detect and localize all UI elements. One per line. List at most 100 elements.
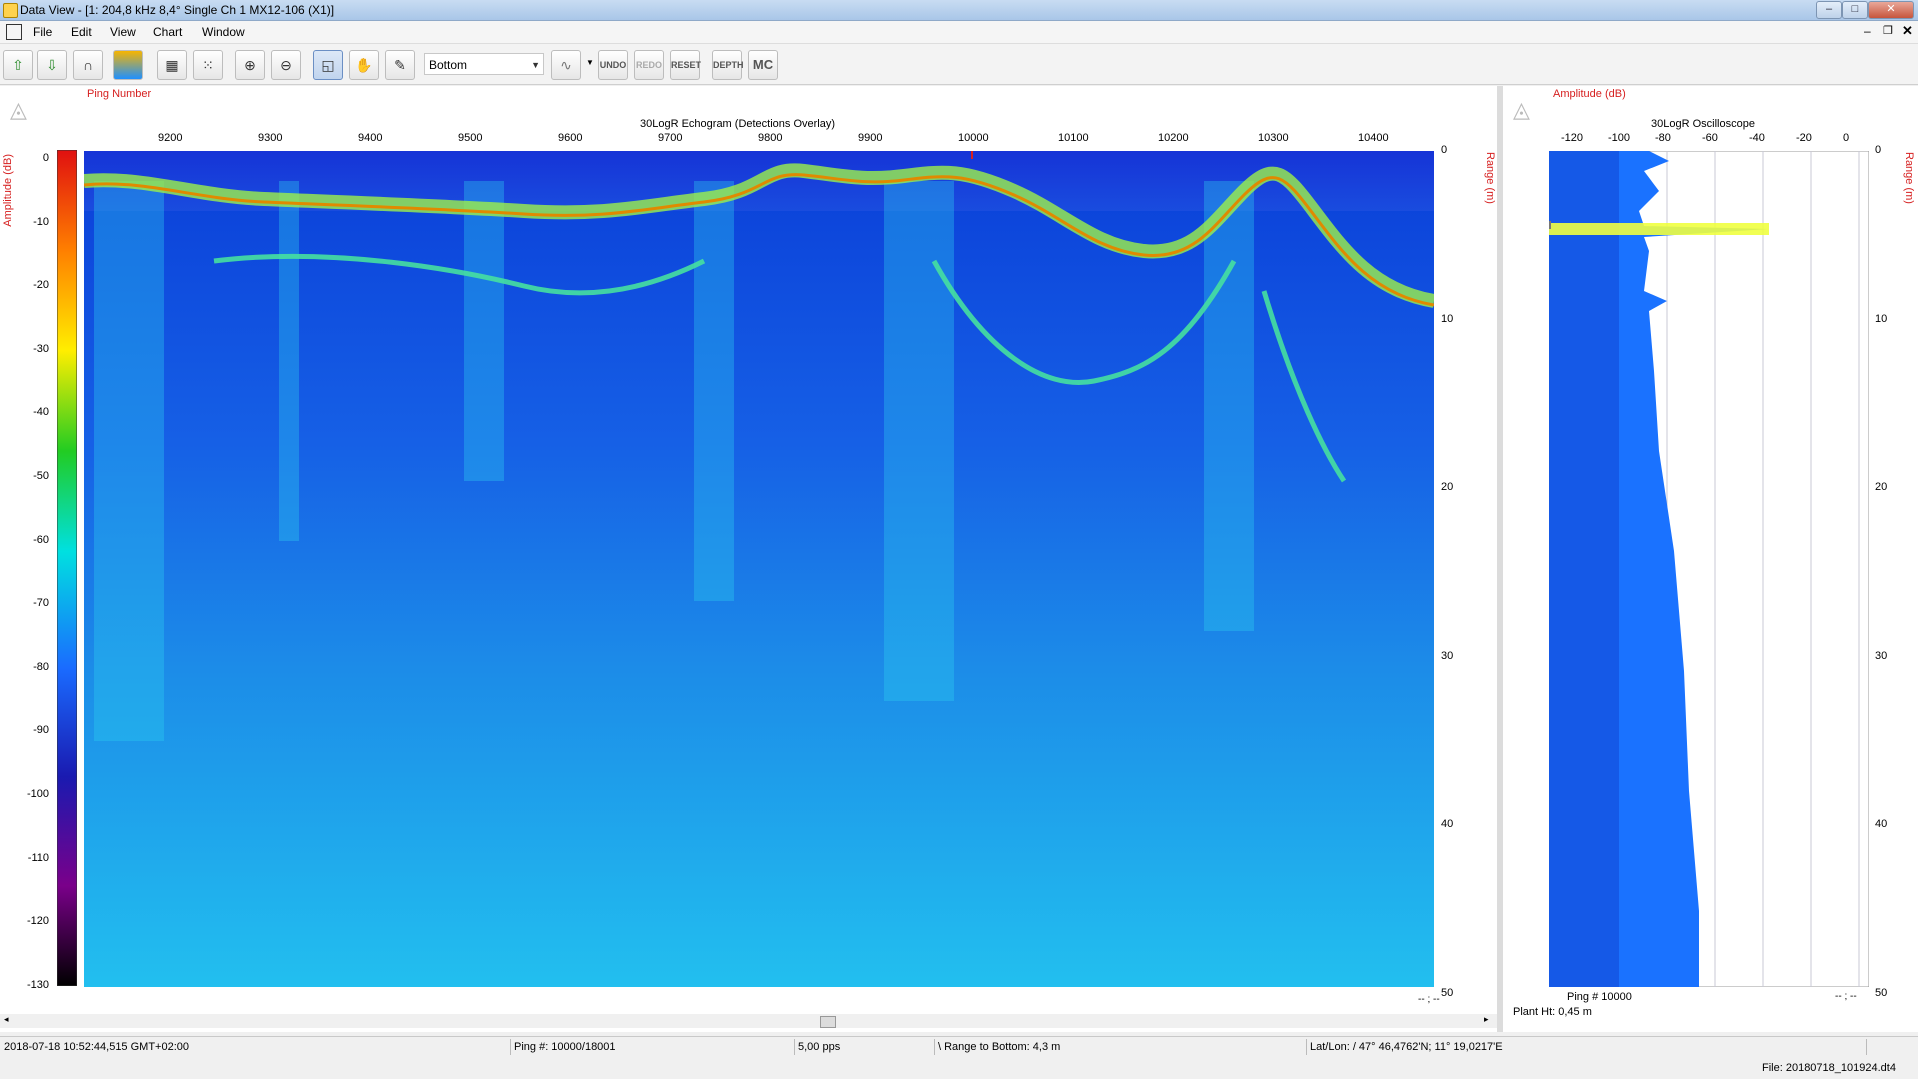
undo-button[interactable]: UNDO xyxy=(598,50,628,80)
range-tick-label: 10 xyxy=(1441,312,1454,325)
pan-hand-icon[interactable]: ✋ xyxy=(349,50,379,80)
x-tick-label: 10300 xyxy=(1258,132,1289,144)
osc-x-tick-label: -120 xyxy=(1561,132,1584,144)
zoom-in-icon[interactable]: ⊕ xyxy=(235,50,265,80)
menu-bar: File Edit View Chart Window – ❐ ✕ xyxy=(0,21,1918,44)
undo-label: UNDO xyxy=(599,60,627,70)
x-tick-label: 9200 xyxy=(158,132,183,144)
gain-up-icon[interactable]: ⇧ xyxy=(3,50,33,80)
x-tick-label: 9400 xyxy=(358,132,383,144)
toolbar: ⇧ ⇩ ∩ ▦ ⁙ ⊕ ⊖ ◱ ✋ ✎ Bottom ▼ ∿ ▼ UNDO RE… xyxy=(0,44,1918,85)
chevron-down-icon: ▼ xyxy=(531,60,540,70)
range-tick-label: 40 xyxy=(1441,818,1454,830)
osc-range-tick-label: 20 xyxy=(1875,481,1888,493)
colorbar-tick-label: -50 xyxy=(33,470,49,482)
osc-range-tick-label: 40 xyxy=(1875,818,1888,830)
colorbar-tick-label: -30 xyxy=(33,342,49,355)
status-bar: 2018-07-18 10:52:44,515 GMT+02:00 Ping #… xyxy=(0,1036,1918,1057)
waveform-dropdown-icon[interactable]: ▼ xyxy=(586,58,594,67)
status-rate: 5,00 pps xyxy=(798,1041,841,1053)
osc-ping-readout: Ping # 10000 xyxy=(1567,991,1632,1003)
scroll-left-icon[interactable]: ◂ xyxy=(4,1014,9,1025)
colorbar-tick-label: -70 xyxy=(33,597,49,610)
range-tick-label: 50 xyxy=(1441,986,1454,999)
scroll-right-icon[interactable]: ▸ xyxy=(1484,1014,1489,1025)
detection-select[interactable]: Bottom ▼ xyxy=(424,53,544,75)
depth-button[interactable]: DEPTH xyxy=(712,50,744,80)
osc-range-tick-label: 30 xyxy=(1875,649,1888,662)
echogram-pane: ◬ Ping Number 30LogR Echogram (Detection… xyxy=(0,86,1497,1032)
echogram-plot xyxy=(84,151,1434,987)
status-datetime: 2018-07-18 10:52:44,515 GMT+02:00 xyxy=(4,1041,189,1053)
zoom-out-icon[interactable]: ⊖ xyxy=(271,50,301,80)
dots-grid-icon[interactable]: ⁙ xyxy=(193,50,223,80)
grid-fine-icon[interactable]: ▦ xyxy=(157,50,187,80)
x-tick-label: 9900 xyxy=(858,132,883,144)
colorbar-tick-label: -80 xyxy=(33,660,49,673)
range-tick-label: 0 xyxy=(1441,144,1448,156)
panel-toggle-icon[interactable] xyxy=(6,24,22,40)
colorbar-tick-label: -20 xyxy=(33,279,49,292)
colorbar-tick-label: -130 xyxy=(26,978,49,991)
horizontal-scrollbar[interactable]: ◂ ▸ xyxy=(0,1014,1497,1028)
scroll-thumb[interactable] xyxy=(820,1016,836,1028)
window-title: Data View - [1: 204,8 kHz 8,4° Single Ch… xyxy=(20,3,335,17)
x-tick-label: 9300 xyxy=(258,132,283,144)
status-ping: Ping #: 10000/18001 xyxy=(514,1041,616,1053)
x-tick-label: 10200 xyxy=(1158,132,1189,144)
colorbar-tick-label: -60 xyxy=(33,533,49,546)
menu-edit[interactable]: Edit xyxy=(71,25,92,39)
status-file: File: 20180718_101924.dt4 xyxy=(1762,1062,1896,1074)
osc-amplitude-label: Amplitude (dB) xyxy=(1553,88,1626,100)
reset-label: RESET xyxy=(671,60,702,70)
waveform-icon[interactable]: ∿ xyxy=(551,50,581,80)
gain-down-icon[interactable]: ⇩ xyxy=(37,50,67,80)
colorbar-tick-label: -10 xyxy=(33,215,49,228)
redo-label: REDO xyxy=(635,60,662,70)
menu-file[interactable]: File xyxy=(33,25,52,39)
app-icon xyxy=(3,3,18,18)
mc-button[interactable]: MC xyxy=(748,50,778,80)
mdi-close-icon[interactable]: ✕ xyxy=(1902,23,1913,39)
select-tool-icon[interactable]: ◱ xyxy=(313,50,343,80)
colorbar-tick-label: -90 xyxy=(33,724,49,737)
pencil-icon[interactable]: ✎ xyxy=(385,50,415,80)
x-tick-label: 10000 xyxy=(958,132,989,144)
plant-height-readout: Plant Ht: 0,45 m xyxy=(1513,1006,1592,1018)
x-tick-label: 9800 xyxy=(758,132,783,144)
palette-icon[interactable] xyxy=(113,50,143,80)
osc-range-tick-label: 10 xyxy=(1875,312,1888,325)
range-axis-label: Range (m) xyxy=(1484,152,1496,204)
osc-range-axis-label: Range (m) xyxy=(1903,152,1915,204)
osc-x-tick-label: -40 xyxy=(1749,132,1765,144)
osc-x-tick-label: -20 xyxy=(1796,132,1812,144)
colorbar-tick-label: 0 xyxy=(42,152,49,164)
range-marker-handle[interactable] xyxy=(1549,221,1551,229)
amplitude-axis-label: Amplitude (dB) xyxy=(2,154,14,227)
watermark-logo-icon: ◬ xyxy=(10,97,27,122)
maximize-icon[interactable]: □ xyxy=(1842,1,1868,19)
curve-icon[interactable]: ∩ xyxy=(73,50,103,80)
x-tick-label: 10100 xyxy=(1058,132,1089,144)
colorbar-tick-label: -110 xyxy=(27,851,49,864)
osc-x-tick-label: 0 xyxy=(1843,132,1850,144)
ping-number-label: Ping Number xyxy=(87,88,152,100)
detection-select-value: Bottom xyxy=(429,58,468,72)
mdi-restore-icon[interactable]: ❐ xyxy=(1883,24,1893,37)
menu-chart[interactable]: Chart xyxy=(153,25,182,39)
osc-x-tick-label: -80 xyxy=(1655,132,1671,144)
status-latlon: Lat/Lon: / 47° 46,4762'N; 11° 19,0217'E xyxy=(1310,1041,1503,1053)
minimize-icon[interactable]: – xyxy=(1816,1,1842,19)
close-icon[interactable]: ✕ xyxy=(1868,1,1914,19)
amplitude-colorbar xyxy=(57,150,77,986)
osc-x-tick-label: -100 xyxy=(1608,132,1631,144)
colorbar-tick-label: -100 xyxy=(26,788,49,800)
mdi-minimize-icon[interactable]: – xyxy=(1864,24,1871,38)
menu-view[interactable]: View xyxy=(110,25,136,39)
reset-button[interactable]: RESET xyxy=(670,50,702,80)
oscilloscope-plot xyxy=(1549,151,1869,987)
file-bar: File: 20180718_101924.dt4 xyxy=(0,1057,1918,1079)
redo-button[interactable]: REDO xyxy=(634,50,664,80)
menu-window[interactable]: Window xyxy=(202,25,245,39)
colorbar-tick-label: -40 xyxy=(33,406,49,419)
